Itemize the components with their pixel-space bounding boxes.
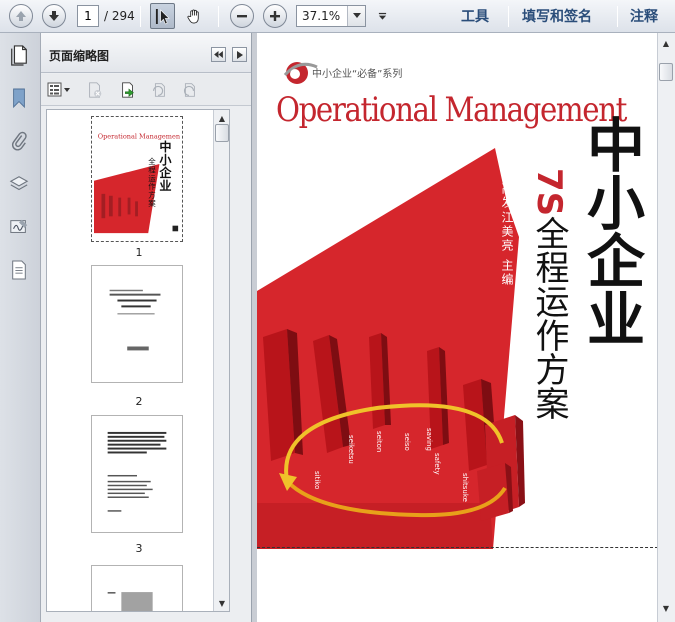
scrollbar-thumb[interactable] (215, 124, 229, 142)
book-cover-page: sitiko seiketsu seiton seiso safety shit… (257, 33, 658, 549)
thumbnail-page-number: 3 (135, 542, 143, 555)
rotate-cw-button[interactable] (178, 80, 200, 100)
thumbnail-page-2[interactable] (91, 265, 183, 383)
comment-pane-link[interactable]: 注释 (630, 6, 658, 26)
rotate-left-icon (153, 83, 165, 97)
document-scrollbar[interactable]: ▲ ▼ (657, 33, 675, 622)
svg-text:中: 中 (159, 139, 171, 154)
more-arrow-icon (378, 12, 386, 20)
navigation-rail (0, 33, 41, 622)
page-thumbnails-panel: 页面缩略图 Operational Management 中 小 企 业 全 程… (41, 33, 252, 622)
arrow-down-icon (49, 11, 59, 21)
title-page-thumbnail-image (109, 289, 161, 351)
fill-sign-pane-link[interactable]: 填写和签名 (522, 6, 592, 26)
panel-header: 页面缩略图 (41, 33, 251, 73)
toolbar-separator (218, 6, 219, 27)
contents-page-thumbnail-image (107, 592, 153, 611)
subtitle-text: 全程运作方案 (529, 216, 569, 421)
bar-label: saving (425, 428, 433, 451)
cover-thumbnail-image: Operational Management 中 小 企 业 全 程 运 作 方… (94, 122, 182, 234)
double-chevron-left-icon (214, 51, 223, 58)
pdf-reader-window: / 294 37.1% 工具 (0, 0, 675, 622)
main-toolbar: / 294 37.1% 工具 (0, 0, 675, 33)
collapse-panel-button[interactable] (211, 47, 226, 62)
layers-icon[interactable] (7, 172, 31, 196)
previous-page-button[interactable] (9, 4, 33, 28)
chevron-down-icon[interactable] (347, 6, 365, 26)
attachment-paperclip-icon[interactable] (7, 129, 31, 153)
bar-label: sitiko (313, 471, 321, 489)
page-total: / 294 (104, 9, 135, 23)
bookmark-icon[interactable] (7, 86, 31, 110)
subtitle-7s: 7S (529, 168, 569, 217)
page-boundary-line (257, 547, 658, 548)
select-tool-button[interactable] (150, 3, 175, 29)
svg-text:案: 案 (148, 198, 156, 208)
zoom-in-button[interactable] (263, 4, 287, 28)
delete-page-icon (89, 82, 102, 98)
toolbar-separator (140, 6, 141, 27)
list-options-icon (47, 82, 70, 97)
next-page-button[interactable] (42, 4, 66, 28)
text-select-cursor-icon (155, 8, 170, 24)
plus-icon (270, 11, 280, 21)
insert-pages-button[interactable] (117, 80, 139, 100)
svg-text:小: 小 (158, 152, 172, 167)
thumbnail-page-3[interactable] (91, 415, 183, 533)
rotate-ccw-button[interactable] (148, 80, 170, 100)
thumbnail-page-4[interactable] (91, 565, 183, 611)
panel-title: 页面缩略图 (49, 49, 110, 63)
zoom-level-value: 37.1% (302, 9, 341, 23)
thumbnail-options-bar (41, 74, 251, 106)
bar-label: shitsuke (461, 473, 469, 502)
book-title-chinese: 中小企业 (577, 115, 645, 347)
scroll-down-arrow-icon[interactable]: ▼ (658, 600, 674, 616)
book-subtitle: 7S全程运作方案 (529, 168, 569, 420)
thumbnail-list[interactable]: Operational Management 中 小 企 业 全 程 运 作 方… (46, 109, 230, 612)
tools-pane-link[interactable]: 工具 (461, 6, 489, 26)
rotate-right-icon (183, 83, 195, 97)
insert-page-icon (122, 82, 134, 98)
toolbar-separator (508, 6, 509, 27)
bar-label: seiton (375, 431, 383, 452)
bar-label: seiketsu (347, 435, 355, 464)
document-text-icon[interactable] (7, 258, 31, 282)
zoom-out-button[interactable] (230, 4, 254, 28)
svg-text:业: 业 (159, 178, 171, 193)
page-thumbnails-icon[interactable] (7, 43, 31, 67)
toolbar-separator (617, 6, 618, 27)
page-number-input[interactable] (77, 5, 99, 27)
hand-tool-button[interactable] (182, 3, 207, 29)
thumbnail-scrollbar[interactable]: ▲ ▼ (213, 110, 229, 611)
hand-icon (187, 8, 199, 24)
bar-label: safety (433, 453, 441, 475)
arrow-up-icon (16, 11, 26, 21)
thumbnail-page-number: 1 (135, 246, 143, 259)
svg-text:企: 企 (158, 165, 172, 180)
options-menu-button[interactable] (46, 80, 72, 100)
author-2: 江美亮 主编 (500, 211, 514, 287)
document-view[interactable]: sitiko seiketsu seiton seiso safety shit… (257, 33, 658, 622)
more-tools-button[interactable] (372, 5, 392, 27)
delete-pages-button[interactable] (84, 80, 106, 100)
bar-label: seiso (403, 433, 411, 451)
expand-panel-button[interactable] (232, 47, 247, 62)
scroll-up-arrow-icon[interactable]: ▲ (658, 35, 674, 51)
chevron-right-icon (236, 50, 243, 59)
scroll-down-arrow-icon[interactable]: ▼ (214, 595, 229, 611)
thumbnail-page-1[interactable]: Operational Management 中 小 企 业 全 程 运 作 方… (91, 116, 183, 242)
book-title-english: Operational Management (276, 90, 627, 130)
minus-icon (237, 15, 247, 18)
author-1: 涂高发 (500, 168, 514, 210)
book-series: 中小企业“必备”系列 (312, 69, 403, 80)
thumbnail-page-number: 2 (135, 395, 143, 408)
signature-icon[interactable] (7, 215, 31, 239)
scrollbar-thumb[interactable] (659, 63, 673, 81)
zoom-level-select[interactable]: 37.1% (296, 5, 366, 27)
copyright-page-thumbnail-image (107, 431, 167, 512)
